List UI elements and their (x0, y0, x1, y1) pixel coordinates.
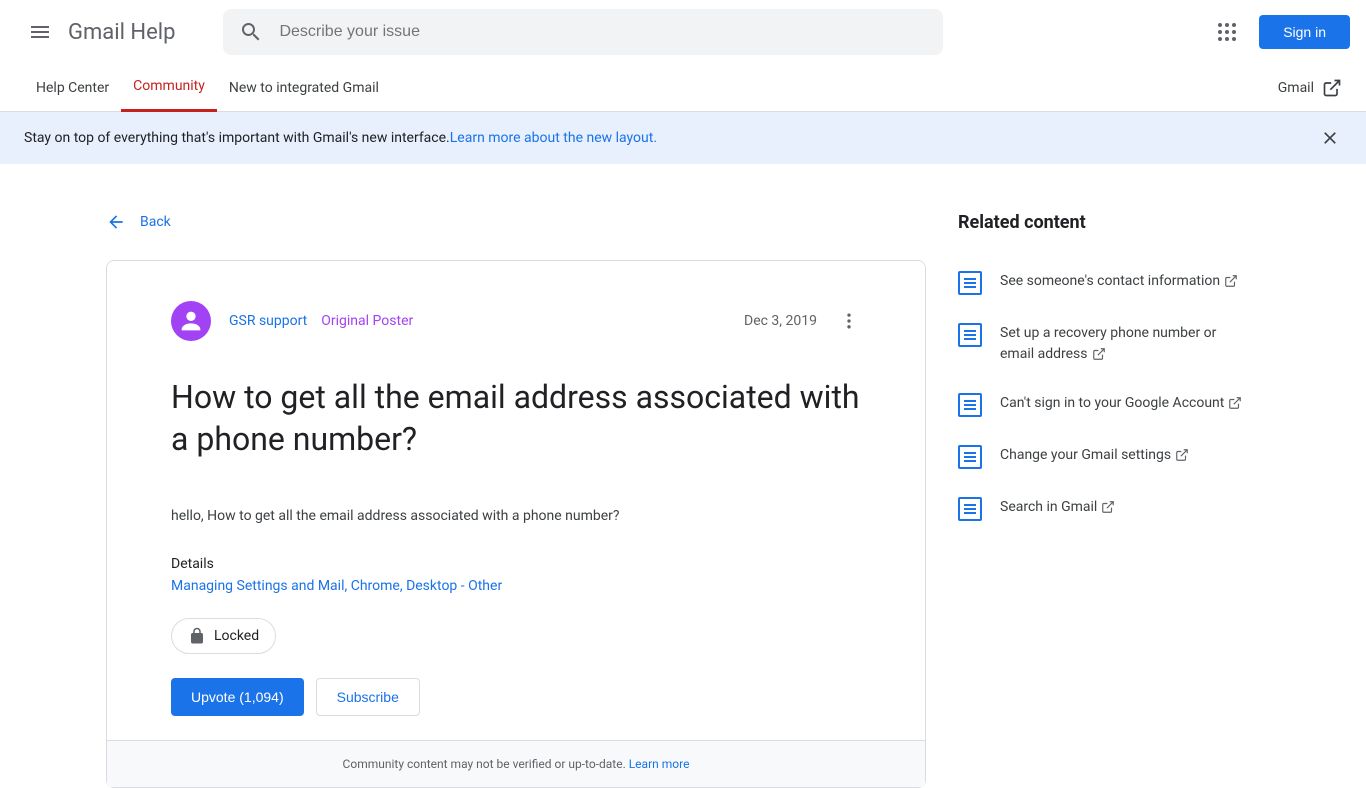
related-text: See someone's contact information (1000, 271, 1238, 292)
external-link-icon (1228, 396, 1242, 410)
article-icon (958, 271, 982, 295)
content-area: Back GSR support Original Poster Dec 3, … (50, 164, 1316, 788)
info-banner: Stay on top of everything that's importa… (0, 112, 1366, 164)
person-icon (177, 307, 205, 335)
header-right: Sign in (1207, 12, 1350, 52)
close-icon (1320, 128, 1340, 148)
external-link-icon (1175, 448, 1189, 462)
banner-text: Stay on top of everything that's importa… (24, 130, 450, 146)
external-link-icon (1101, 500, 1115, 514)
main-column: Back GSR support Original Poster Dec 3, … (106, 212, 926, 788)
related-item[interactable]: Set up a recovery phone number or email … (958, 309, 1248, 379)
main-menu-button[interactable] (16, 8, 64, 56)
gmail-link-label: Gmail (1278, 80, 1314, 96)
search-box[interactable] (223, 9, 943, 55)
banner-link[interactable]: Learn more about the new layout. (450, 130, 657, 146)
footer-link[interactable]: Learn more (629, 757, 690, 771)
search-input[interactable] (279, 23, 927, 41)
more-vert-icon (839, 311, 859, 331)
tag-link[interactable]: Desktop - Other (406, 578, 502, 594)
post-badge: Original Poster (321, 313, 413, 329)
article-icon (958, 393, 982, 417)
banner-close-button[interactable] (1318, 126, 1342, 150)
article-icon (958, 497, 982, 521)
related-item[interactable]: Change your Gmail settings (958, 431, 1248, 483)
back-label: Back (140, 214, 171, 230)
sidebar-title: Related content (958, 212, 1248, 233)
related-item[interactable]: Can't sign in to your Google Account (958, 379, 1248, 431)
related-item[interactable]: Search in Gmail (958, 483, 1248, 535)
post-date: Dec 3, 2019 (744, 313, 817, 329)
footer-note: Community content may not be verified or… (107, 740, 925, 787)
post-body: hello, How to get all the email address … (171, 508, 861, 524)
signin-button[interactable]: Sign in (1259, 15, 1350, 49)
details-tags: Managing Settings and Mail, Chrome, Desk… (171, 578, 861, 594)
post-author[interactable]: GSR support (229, 313, 307, 329)
gmail-external-link[interactable]: Gmail (1278, 78, 1342, 98)
related-text: Can't sign in to your Google Account (1000, 393, 1242, 414)
locked-label: Locked (214, 628, 259, 644)
lock-icon (188, 627, 206, 645)
post-header: GSR support Original Poster Dec 3, 2019 (171, 301, 861, 341)
tabs-nav: Help Center Community New to integrated … (0, 64, 1366, 112)
post-card: GSR support Original Poster Dec 3, 2019 … (106, 260, 926, 788)
hamburger-icon (28, 20, 52, 44)
header: Gmail Help Sign in (0, 0, 1366, 64)
related-text: Set up a recovery phone number or email … (1000, 323, 1248, 365)
tab-community[interactable]: Community (121, 64, 217, 112)
page-title[interactable]: Gmail Help (68, 20, 175, 45)
subscribe-button[interactable]: Subscribe (316, 678, 420, 716)
post-more-button[interactable] (837, 309, 861, 333)
external-link-icon (1322, 78, 1342, 98)
sidebar: Related content See someone's contact in… (958, 212, 1248, 788)
tag-link[interactable]: Managing Settings and Mail (171, 578, 344, 594)
back-link[interactable]: Back (106, 212, 171, 232)
article-icon (958, 323, 982, 347)
search-icon (239, 20, 263, 44)
tag-link[interactable]: Chrome (351, 578, 400, 594)
apps-grid-icon (1215, 20, 1239, 44)
related-item[interactable]: See someone's contact information (958, 257, 1248, 309)
tab-help-center[interactable]: Help Center (24, 64, 121, 112)
related-text: Search in Gmail (1000, 497, 1115, 518)
footer-text: Community content may not be verified or… (343, 757, 629, 771)
google-apps-button[interactable] (1207, 12, 1247, 52)
avatar[interactable] (171, 301, 211, 341)
article-icon (958, 445, 982, 469)
arrow-back-icon (106, 212, 126, 232)
post-title: How to get all the email address associa… (171, 377, 861, 460)
external-link-icon (1224, 274, 1238, 288)
details-label: Details (171, 556, 861, 572)
locked-chip: Locked (171, 618, 276, 654)
upvote-button[interactable]: Upvote (1,094) (171, 678, 304, 716)
tab-new-gmail[interactable]: New to integrated Gmail (217, 64, 391, 112)
external-link-icon (1092, 347, 1106, 361)
related-text: Change your Gmail settings (1000, 445, 1189, 466)
post-actions: Upvote (1,094) Subscribe (171, 678, 861, 716)
